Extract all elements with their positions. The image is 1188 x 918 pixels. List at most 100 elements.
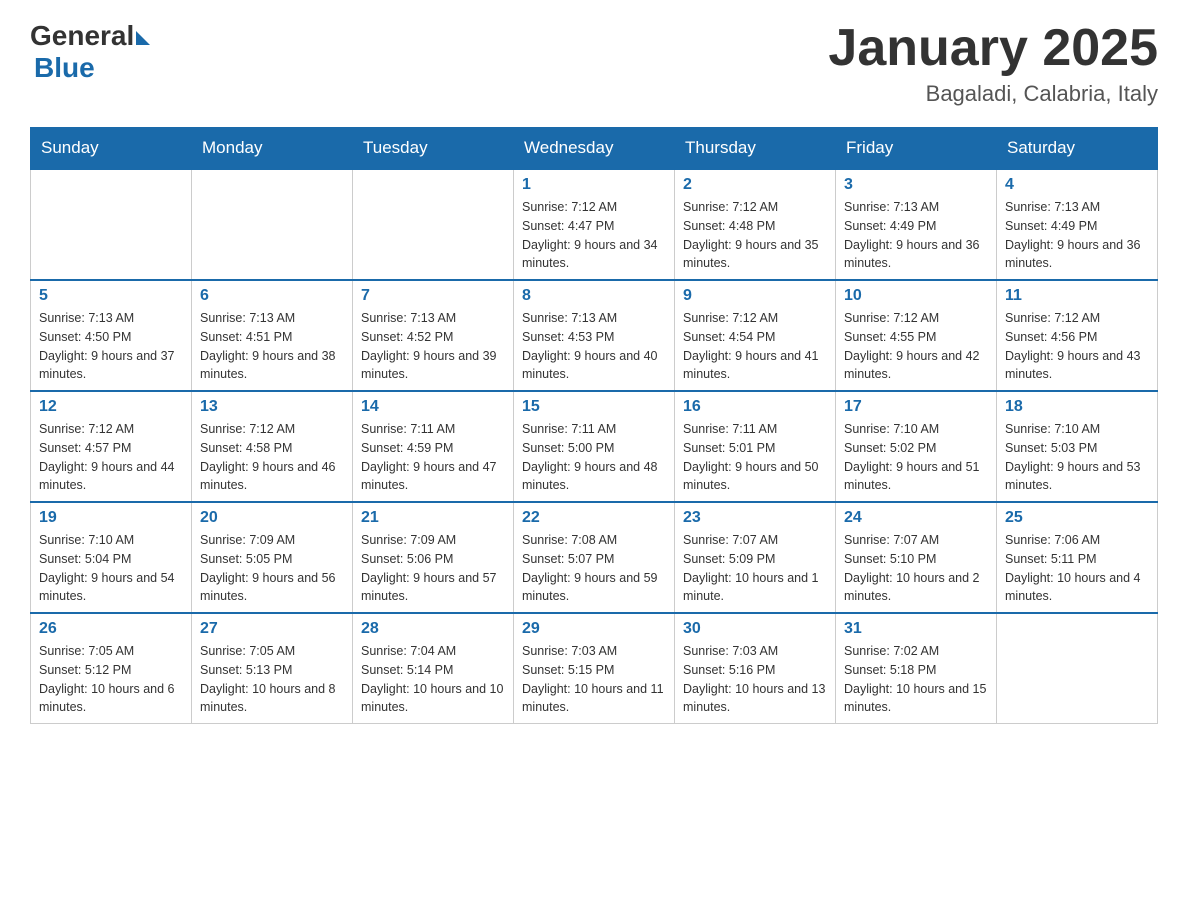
day-info: Sunrise: 7:06 AM Sunset: 5:11 PM Dayligh… [1005,531,1149,606]
week-row-4: 19 Sunrise: 7:10 AM Sunset: 5:04 PM Dayli… [31,502,1158,613]
day-number: 23 [683,509,827,527]
calendar-cell: 22 Sunrise: 7:08 AM Sunset: 5:07 PM Dayli… [514,502,675,613]
calendar-cell: 13 Sunrise: 7:12 AM Sunset: 4:58 PM Dayli… [192,391,353,502]
day-number: 28 [361,620,505,638]
calendar-cell: 15Sunrise: 7:11 AM Sunset: 5:00 PM Dayli… [514,391,675,502]
calendar-cell: 28 Sunrise: 7:04 AM Sunset: 5:14 PM Dayli… [353,613,514,724]
day-info: Sunrise: 7:10 AM Sunset: 5:02 PM Dayligh… [844,420,988,495]
calendar-cell [997,613,1158,724]
day-info: Sunrise: 7:13 AM Sunset: 4:50 PM Dayligh… [39,309,183,384]
day-info: Sunrise: 7:13 AM Sunset: 4:49 PM Dayligh… [844,198,988,273]
day-info: Sunrise: 7:11 AM Sunset: 5:01 PM Dayligh… [683,420,827,495]
calendar-cell: 17Sunrise: 7:10 AM Sunset: 5:02 PM Dayli… [836,391,997,502]
day-number: 24 [844,509,988,527]
logo: General Blue [30,20,150,84]
calendar-cell: 27 Sunrise: 7:05 AM Sunset: 5:13 PM Dayli… [192,613,353,724]
day-number: 14 [361,398,505,416]
weekday-header-sunday: Sunday [31,128,192,170]
day-info: Sunrise: 7:13 AM Sunset: 4:49 PM Dayligh… [1005,198,1149,273]
logo-arrow-icon [136,31,150,45]
calendar-cell: 30 Sunrise: 7:03 AM Sunset: 5:16 PM Dayli… [675,613,836,724]
calendar-cell: 3 Sunrise: 7:13 AM Sunset: 4:49 PM Daylig… [836,169,997,280]
calendar-cell: 18 Sunrise: 7:10 AM Sunset: 5:03 PM Dayli… [997,391,1158,502]
weekday-header-tuesday: Tuesday [353,128,514,170]
calendar-cell: 16Sunrise: 7:11 AM Sunset: 5:01 PM Dayli… [675,391,836,502]
calendar-cell: 14Sunrise: 7:11 AM Sunset: 4:59 PM Dayli… [353,391,514,502]
weekday-header-saturday: Saturday [997,128,1158,170]
calendar-cell: 25 Sunrise: 7:06 AM Sunset: 5:11 PM Dayli… [997,502,1158,613]
day-info: Sunrise: 7:12 AM Sunset: 4:55 PM Dayligh… [844,309,988,384]
calendar-cell: 11 Sunrise: 7:12 AM Sunset: 4:56 PM Dayli… [997,280,1158,391]
day-info: Sunrise: 7:02 AM Sunset: 5:18 PM Dayligh… [844,642,988,717]
day-number: 2 [683,176,827,194]
week-row-2: 5 Sunrise: 7:13 AM Sunset: 4:50 PM Daylig… [31,280,1158,391]
day-number: 21 [361,509,505,527]
day-number: 30 [683,620,827,638]
calendar-cell: 1Sunrise: 7:12 AM Sunset: 4:47 PM Daylig… [514,169,675,280]
day-info: Sunrise: 7:13 AM Sunset: 4:51 PM Dayligh… [200,309,344,384]
day-info: Sunrise: 7:10 AM Sunset: 5:03 PM Dayligh… [1005,420,1149,495]
day-number: 26 [39,620,183,638]
day-number: 29 [522,620,666,638]
day-info: Sunrise: 7:12 AM Sunset: 4:58 PM Dayligh… [200,420,344,495]
day-number: 9 [683,287,827,305]
day-info: Sunrise: 7:13 AM Sunset: 4:53 PM Dayligh… [522,309,666,384]
calendar-cell: 21 Sunrise: 7:09 AM Sunset: 5:06 PM Dayli… [353,502,514,613]
calendar-cell [31,169,192,280]
calendar-cell [353,169,514,280]
calendar-cell: 4Sunrise: 7:13 AM Sunset: 4:49 PM Daylig… [997,169,1158,280]
week-row-3: 12Sunrise: 7:12 AM Sunset: 4:57 PM Dayli… [31,391,1158,502]
day-number: 13 [200,398,344,416]
week-row-5: 26Sunrise: 7:05 AM Sunset: 5:12 PM Dayli… [31,613,1158,724]
day-number: 12 [39,398,183,416]
calendar-cell [192,169,353,280]
calendar-cell: 10 Sunrise: 7:12 AM Sunset: 4:55 PM Dayli… [836,280,997,391]
day-number: 6 [200,287,344,305]
day-info: Sunrise: 7:05 AM Sunset: 5:13 PM Dayligh… [200,642,344,717]
day-number: 20 [200,509,344,527]
day-info: Sunrise: 7:12 AM Sunset: 4:47 PM Dayligh… [522,198,666,273]
day-info: Sunrise: 7:10 AM Sunset: 5:04 PM Dayligh… [39,531,183,606]
calendar-cell: 2 Sunrise: 7:12 AM Sunset: 4:48 PM Daylig… [675,169,836,280]
logo-blue-text: Blue [34,52,95,84]
calendar-cell: 5 Sunrise: 7:13 AM Sunset: 4:50 PM Daylig… [31,280,192,391]
day-info: Sunrise: 7:03 AM Sunset: 5:16 PM Dayligh… [683,642,827,717]
day-number: 18 [1005,398,1149,416]
day-number: 11 [1005,287,1149,305]
day-info: Sunrise: 7:08 AM Sunset: 5:07 PM Dayligh… [522,531,666,606]
title-block: January 2025 Bagaladi, Calabria, Italy [828,20,1158,107]
day-number: 3 [844,176,988,194]
day-number: 31 [844,620,988,638]
day-info: Sunrise: 7:04 AM Sunset: 5:14 PM Dayligh… [361,642,505,717]
day-info: Sunrise: 7:03 AM Sunset: 5:15 PM Dayligh… [522,642,666,717]
calendar-cell: 9 Sunrise: 7:12 AM Sunset: 4:54 PM Daylig… [675,280,836,391]
day-info: Sunrise: 7:12 AM Sunset: 4:56 PM Dayligh… [1005,309,1149,384]
page-header: General Blue January 2025 Bagaladi, Cala… [30,20,1158,107]
calendar-cell: 20 Sunrise: 7:09 AM Sunset: 5:05 PM Dayli… [192,502,353,613]
weekday-header-friday: Friday [836,128,997,170]
calendar-cell: 23Sunrise: 7:07 AM Sunset: 5:09 PM Dayli… [675,502,836,613]
day-info: Sunrise: 7:11 AM Sunset: 5:00 PM Dayligh… [522,420,666,495]
calendar-cell: 19 Sunrise: 7:10 AM Sunset: 5:04 PM Dayli… [31,502,192,613]
day-info: Sunrise: 7:12 AM Sunset: 4:54 PM Dayligh… [683,309,827,384]
day-number: 25 [1005,509,1149,527]
calendar-cell: 26Sunrise: 7:05 AM Sunset: 5:12 PM Dayli… [31,613,192,724]
day-info: Sunrise: 7:09 AM Sunset: 5:06 PM Dayligh… [361,531,505,606]
weekday-header-row: SundayMondayTuesdayWednesdayThursdayFrid… [31,128,1158,170]
day-info: Sunrise: 7:09 AM Sunset: 5:05 PM Dayligh… [200,531,344,606]
location: Bagaladi, Calabria, Italy [828,81,1158,107]
calendar-cell: 12Sunrise: 7:12 AM Sunset: 4:57 PM Dayli… [31,391,192,502]
day-number: 7 [361,287,505,305]
day-number: 5 [39,287,183,305]
month-title: January 2025 [828,20,1158,77]
day-number: 27 [200,620,344,638]
calendar-table: SundayMondayTuesdayWednesdayThursdayFrid… [30,127,1158,724]
day-info: Sunrise: 7:07 AM Sunset: 5:10 PM Dayligh… [844,531,988,606]
weekday-header-monday: Monday [192,128,353,170]
day-info: Sunrise: 7:12 AM Sunset: 4:48 PM Dayligh… [683,198,827,273]
day-number: 19 [39,509,183,527]
day-number: 10 [844,287,988,305]
calendar-cell: 29 Sunrise: 7:03 AM Sunset: 5:15 PM Dayli… [514,613,675,724]
day-number: 22 [522,509,666,527]
logo-general-text: General [30,20,134,52]
